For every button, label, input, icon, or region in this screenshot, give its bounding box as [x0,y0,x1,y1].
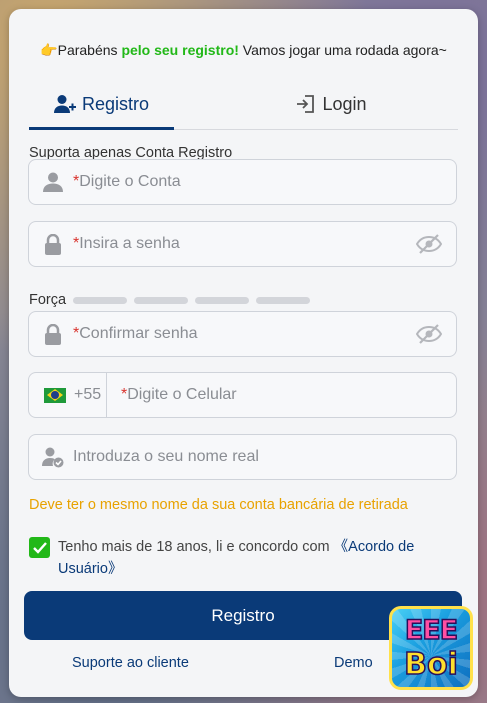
congrats-prefix: Parabéns [57,42,122,58]
strength-bar [195,296,250,304]
tab-registro-label: Registro [81,93,150,114]
agree-checkbox[interactable] [29,537,50,558]
customer-support-link[interactable]: Suporte ao cliente [72,655,189,671]
lock-icon [33,323,73,345]
login-door-icon [297,95,315,113]
auth-tabs: Registro Login [29,79,458,130]
agreement-text: Tenho mais de 18 anos, li e concordo com [58,539,334,555]
password-strength: Força [29,292,311,308]
demo-link[interactable]: Demo [334,655,373,671]
tab-login-label: Login [322,93,367,114]
congrats-suffix: Vamos jogar uma rodada agora~ [238,42,447,58]
eye-off-icon[interactable] [415,324,443,349]
pointing-hand-icon: 👉 [40,42,58,58]
password-input[interactable]: *Insira a senha [28,221,457,267]
age-agreement: Tenho mais de 18 anos, li e concordo com… [29,536,449,580]
tab-login[interactable]: Login [259,79,404,129]
real-name-input[interactable]: Introduza o seu nome real [28,434,457,480]
user-plus-icon [53,95,76,113]
congrats-highlight: pelo seu registro! [121,42,239,58]
account-placeholder: Digite o Conta [79,173,181,190]
strength-bar [256,296,311,304]
account-input[interactable]: *Digite o Conta [28,159,457,205]
eye-off-icon[interactable] [415,234,443,259]
user-icon [33,172,73,192]
country-code: +55 [74,386,102,403]
check-icon [32,541,47,554]
strength-label: Força [29,292,67,308]
tab-registro[interactable]: Registro [29,79,174,130]
phone-input[interactable]: +55 *Digite o Celular [28,372,457,418]
strength-bar [134,296,189,304]
country-code-select[interactable]: +55 [29,373,107,417]
confirm-password-input[interactable]: *Confirmar senha [28,311,457,357]
confirm-placeholder: Confirmar senha [79,325,198,342]
strength-bar [73,296,128,304]
password-placeholder: Insira a senha [79,235,180,252]
logo-line1: EEE [404,614,459,647]
lock-icon [33,233,73,255]
app-logo[interactable]: EEE Boi [389,606,473,690]
real-name-placeholder: Introduza o seu nome real [73,448,259,465]
bank-name-warning: Deve ter o mesmo nome da sua conta bancá… [29,497,408,513]
register-modal: 👉Parabéns pelo seu registro! Vamos jogar… [9,9,478,697]
logo-line2: Boi [403,646,458,683]
user-check-icon [33,447,73,468]
phone-placeholder: Digite o Celular [127,386,237,403]
congrats-message: 👉Parabéns pelo seu registro! Vamos jogar… [9,42,478,59]
brazil-flag-icon [44,387,66,403]
